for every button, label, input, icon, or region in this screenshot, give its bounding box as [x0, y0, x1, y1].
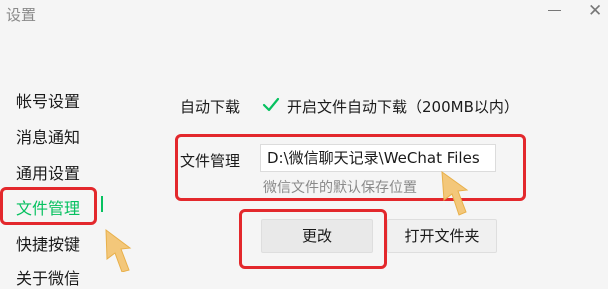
sidebar-item-file-management[interactable]: 文件管理	[16, 195, 80, 219]
change-button[interactable]: 更改	[261, 219, 373, 253]
auto-download-option[interactable]: 开启文件自动下载（200MB以内）	[287, 96, 519, 117]
window-title: 设置	[6, 6, 37, 24]
close-button[interactable]: ✕	[588, 3, 602, 20]
open-folder-button[interactable]: 打开文件夹	[387, 219, 497, 253]
sidebar-item-about[interactable]: 关于微信	[16, 265, 80, 289]
sidebar: 帐号设置 消息通知 通用设置 文件管理 快捷按键 关于微信	[0, 88, 118, 288]
sidebar-item-general[interactable]: 通用设置	[16, 160, 80, 184]
sidebar-item-notifications[interactable]: 消息通知	[16, 124, 80, 148]
sidebar-item-account[interactable]: 帐号设置	[16, 88, 80, 112]
check-icon[interactable]	[262, 96, 280, 114]
pointer-arrow-icon	[441, 170, 469, 216]
sidebar-item-shortcuts[interactable]: 快捷按键	[16, 231, 80, 255]
active-item-indicator	[101, 196, 103, 212]
save-path-field: D:\微信聊天记录\WeChat Files	[260, 144, 496, 172]
auto-download-label: 自动下载	[180, 98, 241, 116]
file-management-label: 文件管理	[180, 152, 241, 170]
minimize-button[interactable]	[548, 2, 562, 18]
save-path-hint: 微信文件的默认保存位置	[263, 180, 417, 196]
